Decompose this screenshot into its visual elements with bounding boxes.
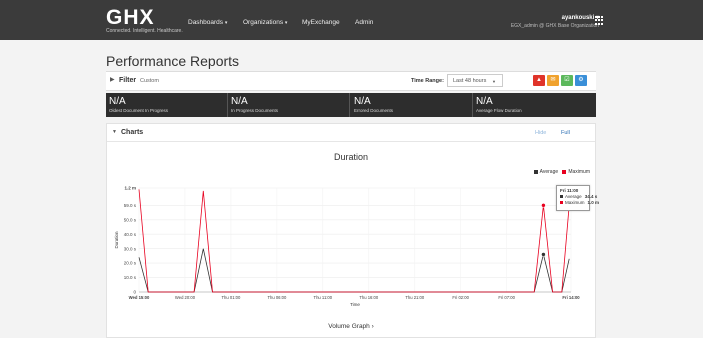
time-range-label: Time Range: [411, 78, 444, 84]
y-tick-label: 0 [133, 290, 136, 295]
logo-tagline: Connected. Intelligent. Healthcare. [106, 28, 183, 34]
stat-value: N/A [231, 96, 248, 107]
user-name: ayankouski [561, 15, 595, 21]
y-tick-label: 59.0 s [124, 203, 137, 208]
charts-panel: ▼ Charts Hide Full Duration Average Maxi… [106, 123, 599, 338]
chart-title: Duration [333, 152, 369, 162]
x-tick-label: Wed 15:00 [129, 295, 150, 300]
tooltip-series: Maximum [565, 200, 585, 205]
chart-tooltip: Fri 11:00 Average 34.4 s Maximum 1.0 m [556, 185, 599, 211]
chevron-right-icon[interactable]: ▶ [110, 76, 115, 83]
x-tick-label: Fri 14:00 [562, 295, 580, 300]
filter-bar: ▶ Filter Custom Time Range: Last 48 hour… [106, 71, 596, 91]
chevron-down-icon[interactable]: ▼ [112, 129, 117, 135]
nav-organizations[interactable]: Organizations ▾ [243, 19, 287, 27]
x-tick-label: Fri 02:00 [452, 295, 469, 300]
tooltip-row-maximum: Maximum 1.0 m [560, 200, 599, 206]
series-line-average [138, 248, 570, 293]
checklist-button[interactable]: ☑ [561, 75, 573, 86]
volume-graph-link[interactable]: Volume Graph › [107, 323, 595, 331]
x-tick-label: Thu 16:00 [359, 295, 379, 300]
stat-errored: N/A Errored Documents [351, 93, 473, 117]
stat-average-flow-duration: N/A Average Flow Duration [473, 93, 595, 117]
y-tick-label: 1.2 m [124, 186, 136, 191]
stat-in-progress: N/A In Progress Documents [228, 93, 350, 117]
data-point-average [541, 252, 546, 257]
filter-value: Custom [140, 78, 159, 84]
stat-value: N/A [476, 96, 493, 107]
nav-dashboards[interactable]: Dashboards ▾ [188, 19, 227, 27]
x-axis-title: Time [350, 302, 360, 307]
stat-value: N/A [109, 96, 126, 107]
x-tick-label: Thu 06:00 [267, 295, 287, 300]
series-line-maximum [138, 189, 570, 293]
chevron-down-icon: ▾ [284, 20, 288, 26]
stat-label: Average Flow Duration [476, 108, 522, 113]
data-point-maximum [541, 203, 546, 208]
chevron-down-icon: ▾ [224, 20, 228, 26]
charts-toggle[interactable]: Charts [121, 128, 143, 137]
stat-value: N/A [354, 96, 371, 107]
settings-button[interactable]: ⚙ [575, 75, 587, 86]
y-tick-label: 30.0 s [124, 246, 137, 251]
duration-chart[interactable]: 0 10.0 s 20.0 s 30.0 s 40.0 s 50.0 s 59.0 s 1.2… [107, 172, 595, 337]
chevron-down-icon: ▼ [492, 79, 496, 84]
alert-button[interactable]: ▲ [533, 75, 545, 86]
stat-label: In Progress Documents [231, 108, 279, 113]
hide-link[interactable]: Hide [535, 129, 546, 137]
app-grid-icon[interactable] [595, 16, 604, 25]
stat-label: Oldest Document In Progress [109, 108, 169, 113]
page-title: Performance Reports [106, 53, 240, 69]
y-tick-label: 50.0 s [124, 217, 137, 222]
stat-oldest-document: N/A Oldest Document In Progress [106, 93, 228, 117]
user-menu[interactable]: ayankouski ▾ [562, 15, 599, 22]
x-tick-label: Thu 01:00 [221, 295, 241, 300]
nav-admin-label: Admin [355, 19, 374, 26]
nav-myexchange[interactable]: MyExchange [302, 19, 340, 27]
time-range-value: Last 48 hours [453, 78, 487, 84]
y-tick-label: 40.0 s [124, 232, 137, 237]
y-axis-title: Duration [114, 231, 119, 249]
email-button[interactable]: ✉ [547, 75, 559, 86]
y-tick-label: 10.0 s [124, 275, 137, 280]
full-link[interactable]: Full [561, 129, 570, 137]
stats-bar: N/A Oldest Document In Progress N/A In P… [106, 93, 596, 117]
tooltip-series: Average [565, 194, 582, 199]
x-tick-label: Wed 20:00 [175, 295, 196, 300]
nav-dashboards-label: Dashboards [188, 19, 224, 26]
ghx-logo[interactable]: GHX [106, 7, 155, 28]
nav-admin[interactable]: Admin [355, 19, 373, 27]
filter-toggle[interactable]: Filter [119, 76, 136, 85]
x-tick-label: Fri 07:00 [498, 295, 515, 300]
stat-label: Errored Documents [354, 108, 394, 113]
nav-myexchange-label: MyExchange [302, 19, 340, 26]
tooltip-value: 1.0 m [587, 200, 600, 205]
y-tick-label: 20.0 s [124, 261, 137, 266]
time-range-select[interactable]: Last 48 hours ▼ [447, 74, 503, 87]
top-navbar: GHX Connected. Intelligent. Healthcare. … [0, 0, 703, 40]
user-organization: EGX_admin @ GHX Base Organization [510, 23, 599, 29]
nav-organizations-label: Organizations [243, 19, 284, 26]
charts-header: ▼ Charts Hide Full [107, 124, 595, 142]
tooltip-value: 34.4 s [584, 194, 598, 199]
x-tick-label: Thu 11:00 [314, 295, 333, 300]
x-tick-label: Thu 21:00 [405, 295, 425, 300]
